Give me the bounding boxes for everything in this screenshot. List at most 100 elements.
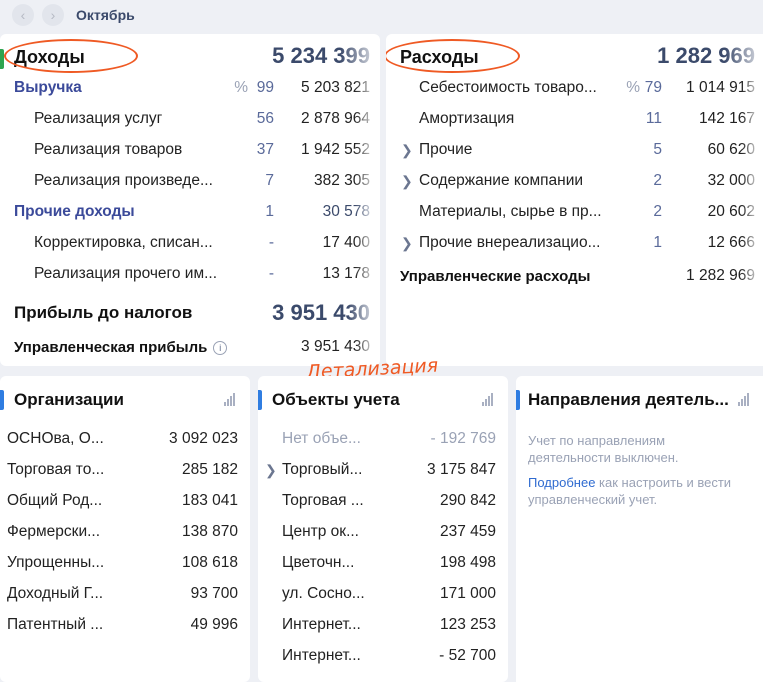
organizations-indicator (0, 390, 4, 410)
object-row[interactable]: Торговая ... 290 842 (258, 490, 508, 512)
revenue-value: 5 203 821 (301, 79, 370, 96)
period-label[interactable]: Октябрь (76, 7, 135, 23)
expense-item-value: 12 666 (707, 234, 755, 251)
object-row[interactable]: Интернет... 123 253 (258, 614, 508, 636)
revenue-item-value: 2 878 964 (301, 110, 370, 127)
signal-icon[interactable] (482, 393, 493, 406)
period-bar: ‹ › Октябрь (0, 0, 763, 30)
other-income-item-row[interactable]: Корректировка, списан... - 17 400 (0, 232, 380, 254)
expense-item-row[interactable]: Себестоимость товаро... % 79 1 014 915 (386, 77, 763, 99)
revenue-row[interactable]: Выручка % 99 5 203 821 (0, 77, 380, 99)
chevron-right-icon[interactable]: ❯ (401, 173, 413, 190)
organization-row[interactable]: Патентный ... 49 996 (0, 614, 250, 636)
objects-card: Объекты учета Нет объе... - 192 769 ❯ То… (258, 376, 508, 682)
expenses-card: Расходы 1 282 969 Себестоимость товаро..… (386, 34, 763, 366)
revenue-item-row[interactable]: Реализация услуг 56 2 878 964 (0, 108, 380, 130)
details-link[interactable]: Подробнее (528, 475, 595, 490)
object-value: 171 000 (439, 585, 496, 602)
objects-indicator (258, 390, 262, 410)
expense-item-row[interactable]: Материалы, сырье в пр... 2 20 602 (386, 201, 763, 223)
other-income-value: 30 578 (322, 203, 370, 220)
organization-value: 93 700 (190, 585, 238, 602)
object-name: Нет объе... (282, 430, 361, 447)
object-value: 237 459 (439, 523, 496, 540)
object-name: Торговая ... (282, 492, 364, 509)
organization-name: Патентный ... (7, 616, 104, 633)
info-icon[interactable]: i (213, 340, 228, 355)
expense-item-row[interactable]: ❯ Прочие 5 60 620 (386, 139, 763, 161)
organization-row[interactable]: Доходный Г... 93 700 (0, 583, 250, 605)
expense-item-label: Материалы, сырье в пр... (419, 203, 602, 220)
signal-icon[interactable] (224, 393, 235, 406)
expense-item-row[interactable]: ❯ Прочие внереализацио... 1 12 666 (386, 232, 763, 254)
objects-title[interactable]: Объекты учета (272, 390, 462, 410)
other-income-item-value: 13 178 (322, 265, 370, 282)
expense-item-label: Прочие внереализацио... (419, 234, 601, 251)
directions-indicator (516, 390, 520, 410)
organization-value: 108 618 (181, 554, 238, 571)
object-row[interactable]: Нет объе... - 192 769 (258, 428, 508, 450)
other-income-item-row[interactable]: Реализация прочего им... - 13 178 (0, 263, 380, 285)
object-name: Интернет... (282, 647, 361, 664)
expense-item-pct: 11 (645, 110, 662, 127)
directions-hint: Подробнее как настроить и вести управлен… (528, 474, 763, 508)
other-income-label: Прочие доходы (14, 203, 135, 220)
expenses-highlight-oval (386, 39, 520, 73)
expense-item-pct: 5 (653, 141, 662, 158)
directions-disabled-text: Учет по направлениям деятельности выключ… (528, 433, 679, 465)
object-name: Интернет... (282, 616, 361, 633)
object-name: ул. Сосно... (282, 585, 365, 602)
percent-sign: % (234, 79, 248, 96)
organization-row[interactable]: Упрощенны... 108 618 (0, 552, 250, 574)
expense-item-value: 32 000 (707, 172, 755, 189)
next-period-button[interactable]: › (42, 4, 64, 26)
percent-sign: % (626, 79, 640, 96)
prev-period-button[interactable]: ‹ (12, 4, 34, 26)
income-highlight-oval (4, 39, 138, 73)
organization-value: 49 996 (190, 616, 238, 633)
other-income-item-label: Реализация прочего им... (34, 265, 218, 282)
expense-item-pct: 1 (653, 234, 662, 251)
chevron-right-icon[interactable]: ❯ (401, 142, 413, 159)
revenue-item-row[interactable]: Реализация товаров 37 1 942 552 (0, 139, 380, 161)
object-value: 123 253 (439, 616, 496, 633)
revenue-item-value: 382 305 (313, 172, 370, 189)
object-row[interactable]: Центр ок... 237 459 (258, 521, 508, 543)
expense-item-label: Амортизация (419, 110, 515, 127)
directions-title[interactable]: Направления деятель... (528, 390, 740, 410)
object-value: - 52 700 (439, 647, 496, 664)
object-row[interactable]: ❯ Торговый... 3 175 847 (258, 459, 508, 481)
object-row[interactable]: Цветочн... 198 498 (258, 552, 508, 574)
expense-item-value: 20 602 (707, 203, 755, 220)
organization-name: ОСНОва, О... (7, 430, 104, 447)
organization-name: Торговая то... (7, 461, 105, 478)
revenue-item-label: Реализация услуг (34, 110, 163, 127)
expense-item-label: Себестоимость товаро... (419, 79, 597, 96)
expense-item-pct: 2 (653, 172, 662, 189)
chevron-right-icon[interactable]: ❯ (401, 235, 413, 252)
other-income-row[interactable]: Прочие доходы 1 30 578 (0, 201, 380, 223)
income-card: Доходы 5 234 399 Выручка % 99 5 203 821 … (0, 34, 380, 366)
expense-item-pct: 79 (644, 79, 662, 96)
organization-value: 183 041 (181, 492, 238, 509)
income-total: 5 234 399 (272, 43, 370, 68)
revenue-item-label: Реализация произведе... (34, 172, 213, 189)
object-row[interactable]: ул. Сосно... 171 000 (258, 583, 508, 605)
expense-item-pct: 2 (653, 203, 662, 220)
chevron-right-icon[interactable]: ❯ (265, 462, 277, 479)
expense-item-row[interactable]: ❯ Содержание компании 2 32 000 (386, 170, 763, 192)
revenue-item-row[interactable]: Реализация произведе... 7 382 305 (0, 170, 380, 192)
directions-card: Направления деятель... Учет по направлен… (516, 376, 763, 682)
expense-item-row[interactable]: Амортизация 11 142 167 (386, 108, 763, 130)
organization-row[interactable]: Торговая то... 285 182 (0, 459, 250, 481)
expense-item-label: Содержание компании (419, 172, 584, 189)
chevron-left-icon: ‹ (20, 7, 26, 23)
signal-icon[interactable] (738, 393, 749, 406)
organization-row[interactable]: Фермерски... 138 870 (0, 521, 250, 543)
organization-row[interactable]: Общий Род... 183 041 (0, 490, 250, 512)
organizations-title[interactable]: Организации (14, 390, 204, 410)
object-row[interactable]: Интернет... - 52 700 (258, 645, 508, 667)
managerial-expenses-value: 1 282 969 (686, 267, 755, 284)
organization-row[interactable]: ОСНОва, О... 3 092 023 (0, 428, 250, 450)
profit-before-tax-value: 3 951 430 (272, 300, 370, 325)
